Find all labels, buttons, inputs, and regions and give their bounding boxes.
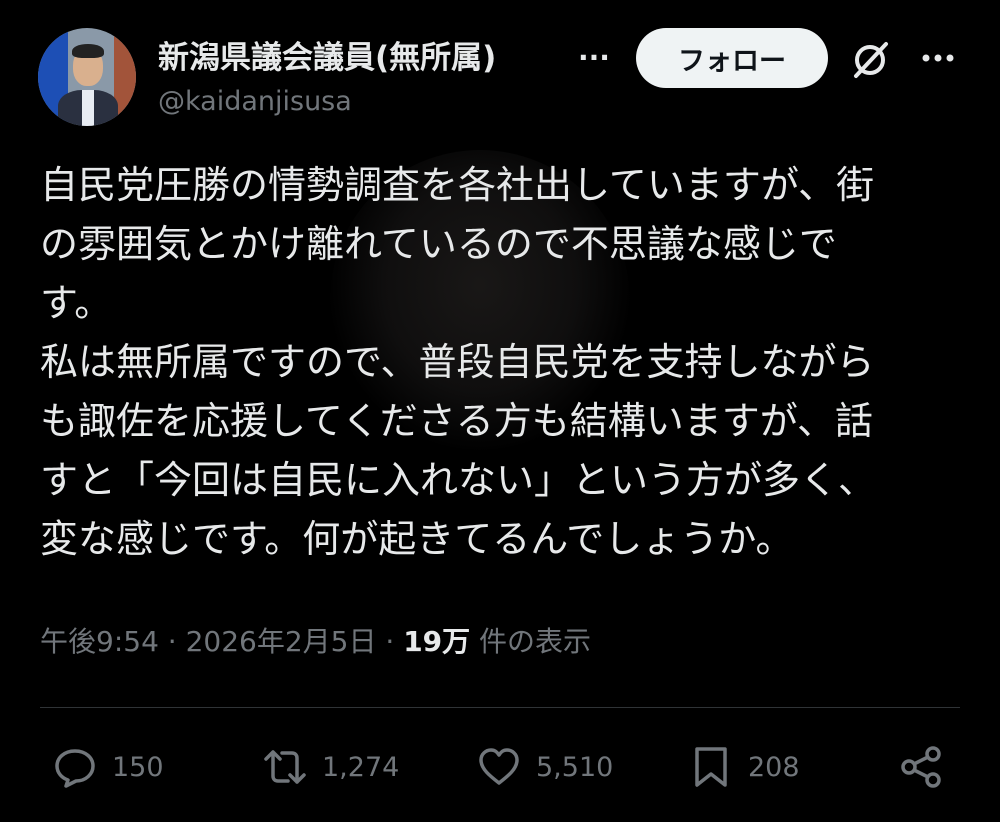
- bookmark-icon: [695, 747, 727, 787]
- divider: [40, 707, 960, 708]
- reply-count: 150: [112, 751, 164, 783]
- retweet-button[interactable]: 1,274: [262, 742, 399, 792]
- display-name-overflow: ...: [578, 34, 610, 67]
- meta-separator: ·: [158, 625, 186, 658]
- tweet-time[interactable]: 午後9:54: [40, 625, 159, 658]
- like-button[interactable]: 5,510: [476, 742, 613, 792]
- retweet-count: 1,274: [322, 751, 400, 783]
- grok-slash-icon[interactable]: [848, 38, 892, 82]
- like-count: 5,510: [536, 751, 614, 783]
- retweet-icon: [264, 750, 306, 784]
- share-icon: [901, 746, 941, 788]
- tweet-header: 新潟県議会議員(無所属) ... @kaidanjisusa フォロー: [0, 0, 1000, 140]
- reply-icon: [55, 749, 95, 788]
- avatar[interactable]: [38, 28, 136, 126]
- author-display-name[interactable]: 新潟県議会議員(無所属): [158, 32, 496, 77]
- reply-button[interactable]: 150: [52, 742, 164, 792]
- heart-icon: [479, 748, 519, 785]
- follow-button[interactable]: フォロー: [636, 28, 828, 88]
- tweet-meta: 午後9:54 · 2026年2月5日 · 19万 件の表示: [40, 620, 591, 660]
- bookmark-button[interactable]: 208: [688, 742, 800, 792]
- meta-separator: ·: [376, 625, 404, 658]
- bookmark-count: 208: [748, 751, 800, 783]
- more-horizontal-icon[interactable]: [916, 36, 960, 80]
- views-count: 19万: [403, 625, 471, 658]
- tweet-date[interactable]: 2026年2月5日: [186, 625, 377, 658]
- share-button[interactable]: [898, 742, 944, 792]
- views-label: 件の表示: [470, 625, 592, 658]
- author-handle[interactable]: @kaidanjisusa: [158, 86, 352, 117]
- tweet-text: 自民党圧勝の情勢調査を各社出していますが、街 の雰囲気とかけ離れているので不思議…: [40, 163, 877, 561]
